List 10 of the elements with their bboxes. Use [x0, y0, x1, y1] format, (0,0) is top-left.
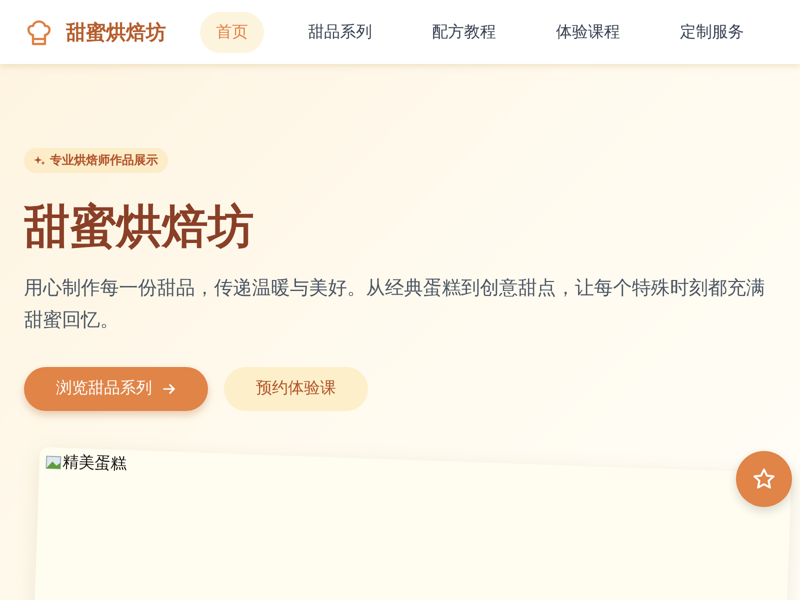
tag-badge: 专业烘焙师作品展示	[24, 148, 168, 173]
booking-button[interactable]: 预约体验课	[224, 366, 368, 411]
hero-title: 甜蜜烘焙坊	[24, 199, 255, 254]
image-alt-text: 精美蛋糕	[62, 452, 127, 475]
nav-link[interactable]: 甜品系列	[292, 12, 388, 52]
hero-description: 用心制作每一份甜品，传递温暖与美好。从经典蛋糕到创意甜点，让每个特殊时刻都充满甜蜜回忆。	[24, 276, 766, 333]
nav-link[interactable]: 体验课程	[540, 12, 636, 52]
nav-link[interactable]: 定制服务	[664, 12, 760, 52]
nav-link[interactable]: 配方教程	[416, 12, 512, 52]
brand-name: 甜蜜烘焙坊	[66, 20, 166, 46]
